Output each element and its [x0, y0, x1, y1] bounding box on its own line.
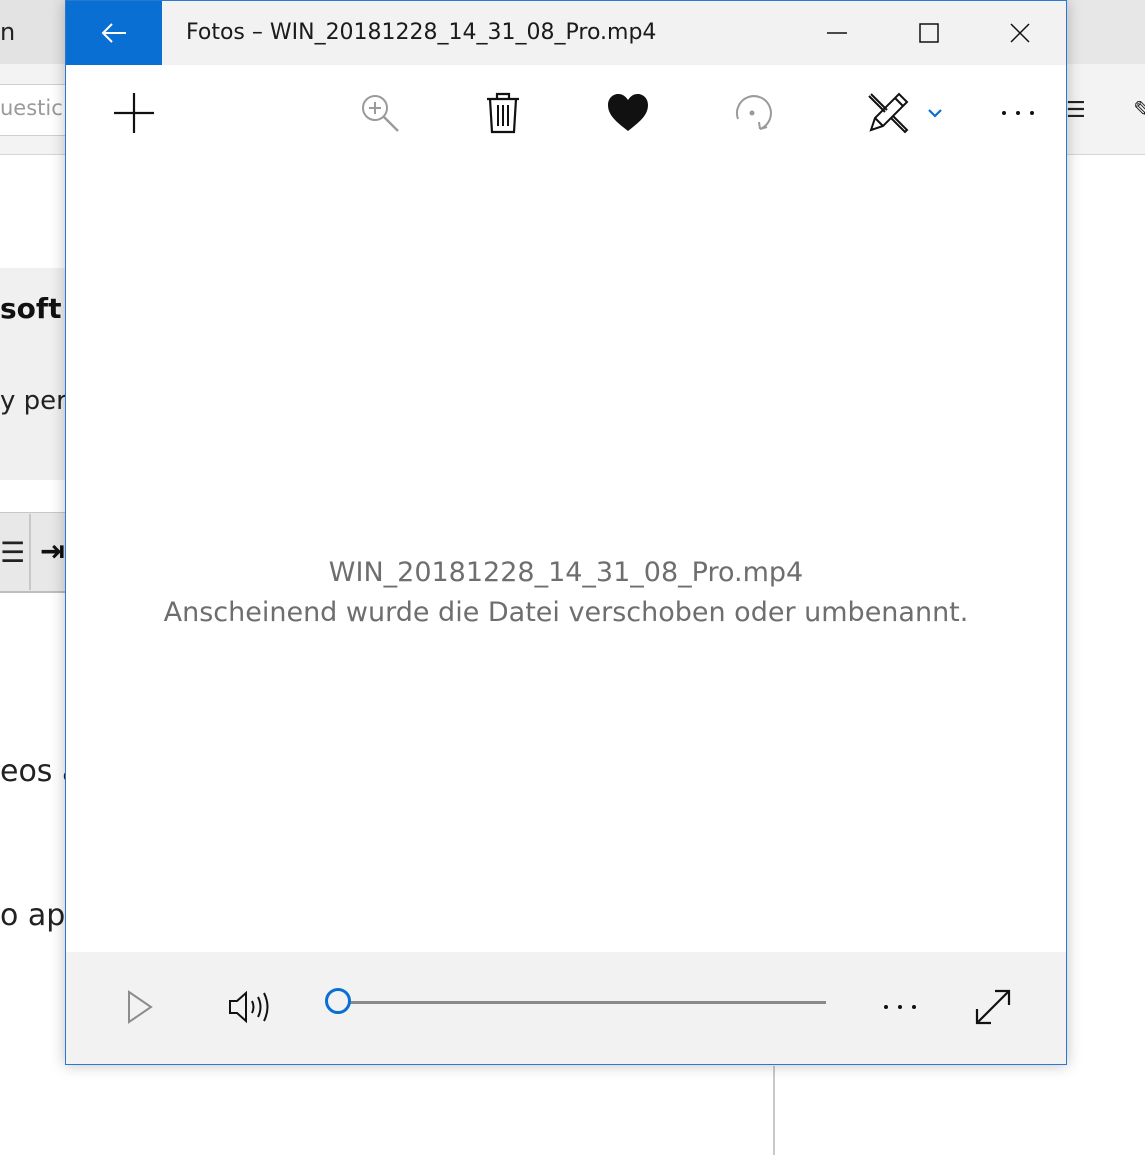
media-controls — [66, 952, 1066, 1064]
seek-thumb[interactable] — [325, 988, 351, 1014]
background-list-format-icon[interactable]: ☰ — [0, 536, 25, 569]
edit-create-button[interactable] — [854, 83, 954, 143]
more-icon — [1002, 111, 1034, 115]
player-more-button[interactable] — [871, 978, 929, 1036]
zoom-button[interactable] — [348, 83, 412, 143]
background-search-placeholder: uestic — [0, 96, 63, 120]
maximize-button[interactable] — [883, 1, 975, 65]
delete-button[interactable] — [471, 83, 535, 143]
background-subtext: y per — [0, 386, 67, 416]
add-button[interactable] — [102, 83, 166, 143]
minimize-button[interactable] — [791, 1, 883, 65]
more-button[interactable] — [986, 83, 1050, 143]
back-arrow-icon — [101, 23, 126, 43]
more-icon — [884, 1005, 916, 1009]
rotate-icon — [735, 95, 772, 130]
window-title: Fotos – WIN_20181228_14_31_08_Pro.mp4 — [186, 20, 657, 45]
volume-icon — [229, 990, 269, 1024]
back-button[interactable] — [66, 1, 162, 65]
plus-icon — [114, 93, 154, 133]
close-icon — [1010, 23, 1030, 43]
play-icon — [128, 990, 153, 1024]
maximize-icon — [919, 23, 939, 43]
minimize-icon — [827, 32, 847, 34]
volume-button[interactable] — [221, 978, 279, 1036]
background-toolbar-divider — [29, 514, 31, 590]
background-pen-icon[interactable]: ✎ — [1133, 96, 1145, 124]
error-message: Anscheinend wurde die Datei verschoben o… — [163, 597, 969, 628]
background-list-icon[interactable]: ☰ — [1066, 98, 1086, 123]
background-tab-bar-right — [1067, 0, 1145, 64]
photos-window: Fotos – WIN_20181228_14_31_08_Pro.mp4 WI… — [65, 0, 1067, 1065]
background-tab-label[interactable]: n — [0, 18, 15, 46]
fullscreen-icon — [975, 989, 1011, 1025]
chevron-down-icon — [928, 109, 942, 118]
seek-bar[interactable] — [338, 1001, 826, 1004]
zoom-in-icon — [362, 95, 399, 132]
background-text-line: o ap — [0, 898, 66, 933]
trash-icon — [487, 92, 519, 134]
background-indent-icon[interactable]: ⇥ — [40, 534, 65, 569]
play-button[interactable] — [111, 978, 169, 1036]
rotate-button[interactable] — [720, 83, 784, 143]
close-button[interactable] — [974, 1, 1066, 65]
photo-toolbar — [66, 65, 1066, 161]
fullscreen-button[interactable] — [964, 978, 1022, 1036]
heart-icon — [608, 94, 648, 131]
title-bar[interactable]: Fotos – WIN_20181228_14_31_08_Pro.mp4 — [66, 1, 1066, 65]
media-viewer: WIN_20181228_14_31_08_Pro.mp4 Anscheinen… — [66, 161, 1066, 951]
edit-create-icon — [868, 92, 909, 134]
file-name-message: WIN_20181228_14_31_08_Pro.mp4 — [328, 557, 804, 588]
favorite-button[interactable] — [596, 83, 660, 143]
background-divider — [773, 1066, 775, 1155]
